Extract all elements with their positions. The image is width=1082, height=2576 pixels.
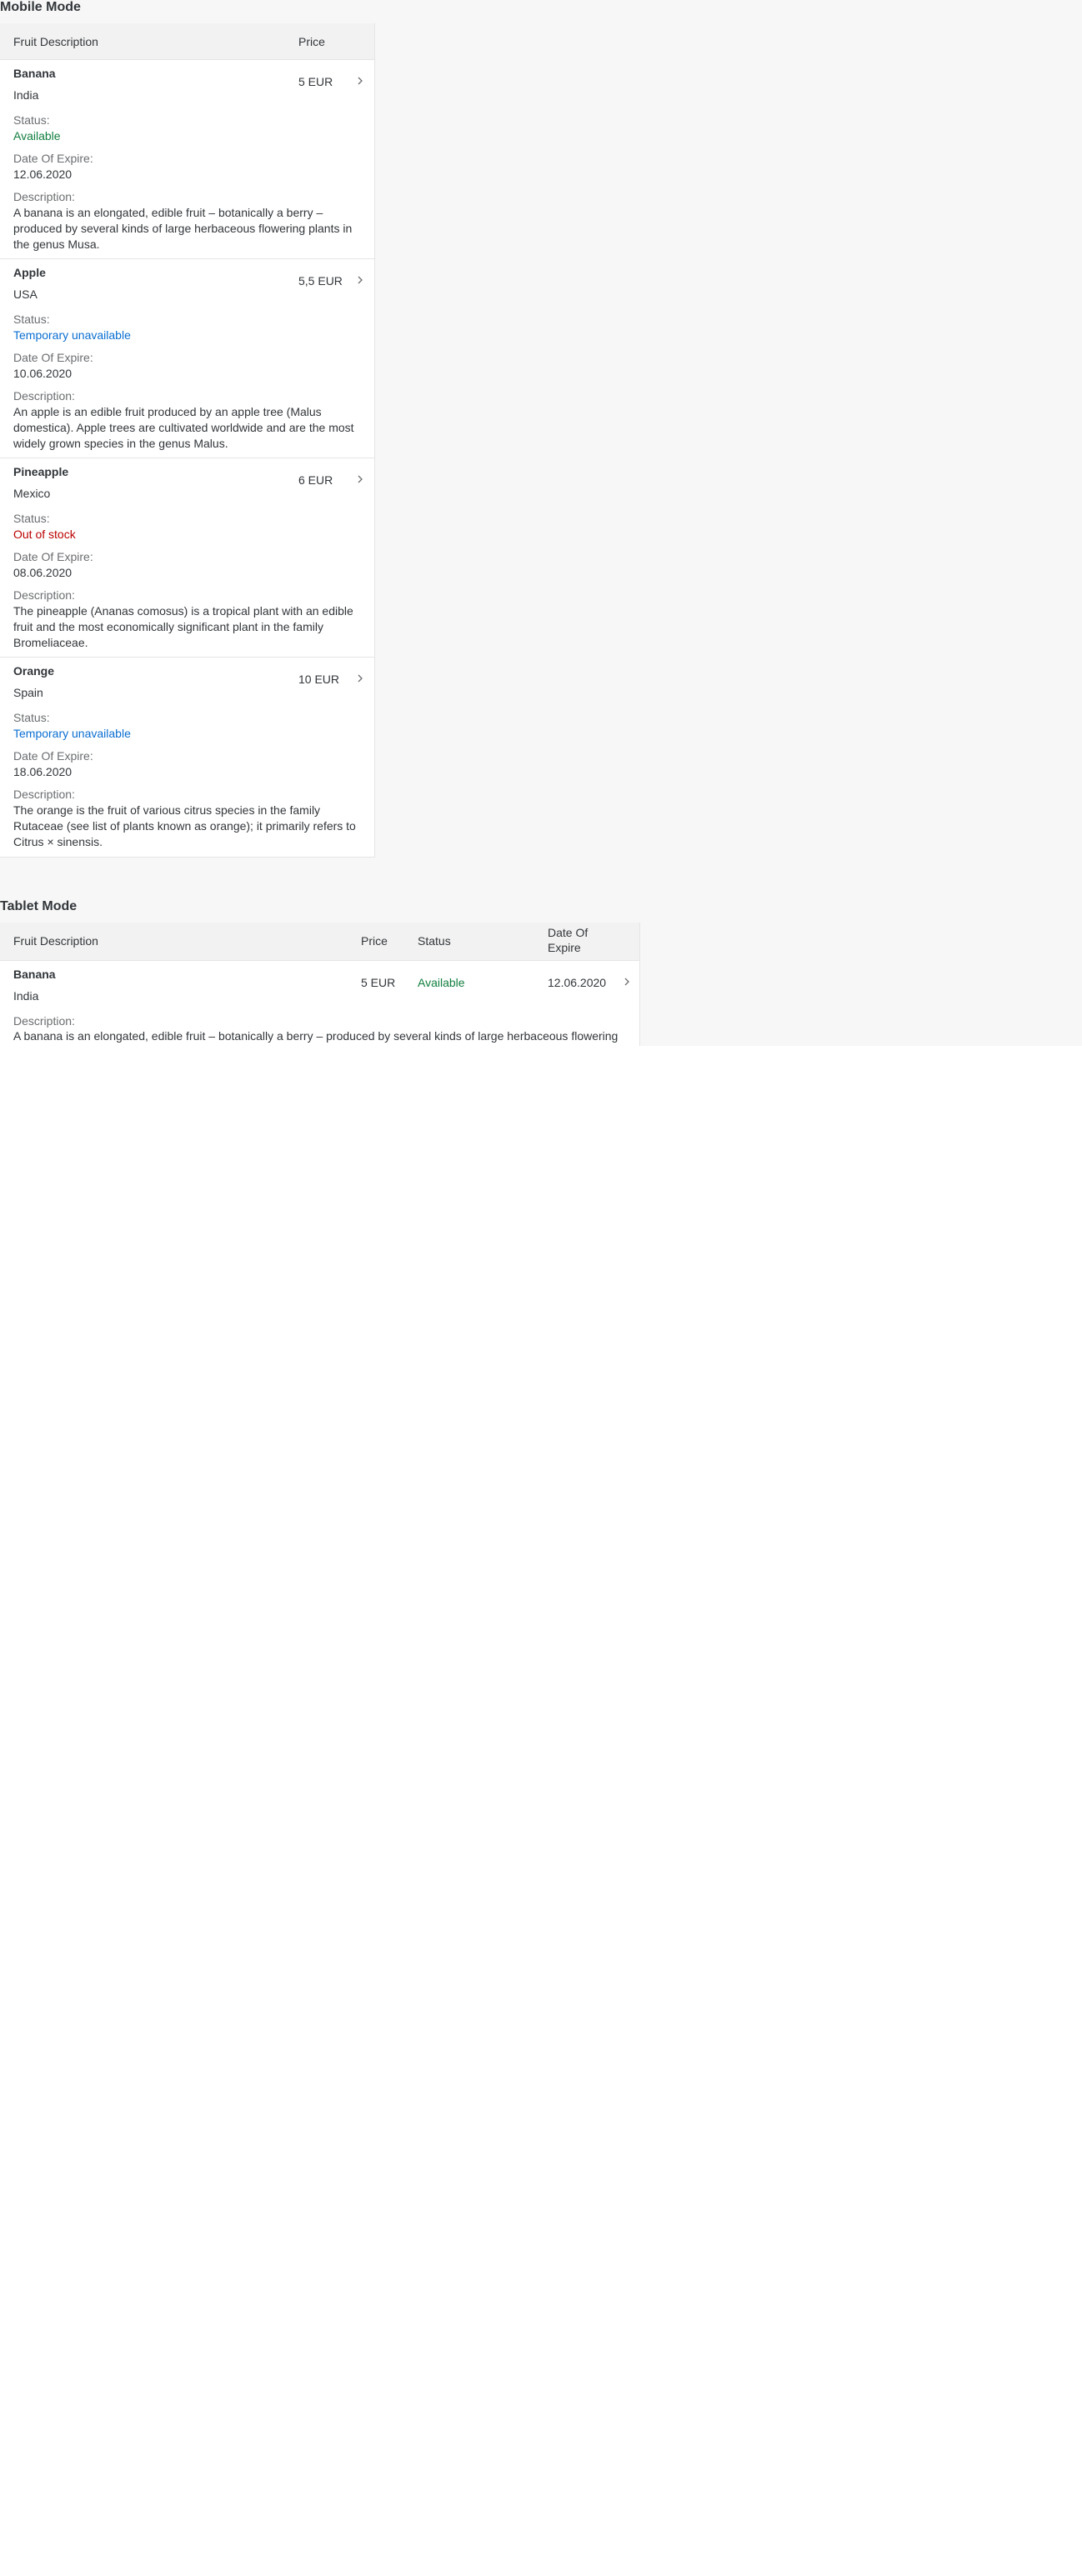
column-header-status[interactable]: Status bbox=[418, 933, 451, 948]
expire-label: Date Of Expire: bbox=[13, 351, 93, 364]
column-header-date-of-expire[interactable]: Date Of Expire bbox=[548, 925, 588, 955]
status-label: Status: bbox=[13, 113, 50, 127]
status-label: Status: bbox=[13, 711, 50, 724]
tablet-table: Fruit Description Price Status Date Of E… bbox=[0, 923, 640, 1046]
expire-value: 18.06.2020 bbox=[13, 765, 73, 778]
chevron-right-icon[interactable] bbox=[623, 976, 634, 989]
status-label: Status: bbox=[13, 313, 50, 326]
expire-value: 12.06.2020 bbox=[13, 168, 73, 181]
table-row[interactable]: Pineapple Mexico 6 EUR Status: Out of st… bbox=[0, 458, 374, 658]
description-text: A banana is an elongated, edible fruit –… bbox=[13, 1029, 619, 1043]
fruit-price: 10 EUR bbox=[298, 673, 340, 686]
fruit-price: 6 EUR bbox=[298, 473, 333, 487]
expire-label: Date Of Expire: bbox=[13, 749, 93, 763]
status-value: Available bbox=[13, 129, 61, 143]
tablet-mode-title: Tablet Mode bbox=[0, 899, 78, 913]
tablet-table-header: Fruit Description Price Status Date Of E… bbox=[0, 923, 639, 961]
fruit-country: USA bbox=[13, 288, 38, 301]
status-value: Temporary unavailable bbox=[13, 328, 131, 342]
description-text: An apple is an edible fruit produced by … bbox=[13, 405, 354, 450]
fruit-country: Spain bbox=[13, 686, 43, 699]
fruit-country: Mexico bbox=[13, 487, 51, 500]
chevron-right-icon[interactable] bbox=[356, 673, 368, 686]
description-label: Description: bbox=[13, 1014, 75, 1028]
description-label: Description: bbox=[13, 389, 75, 403]
status-value: Available bbox=[418, 976, 465, 989]
status-label: Status: bbox=[13, 512, 50, 525]
column-header-price[interactable]: Price bbox=[361, 933, 388, 948]
column-header-price[interactable]: Price bbox=[286, 34, 374, 49]
fruit-name: Pineapple bbox=[13, 465, 69, 478]
mobile-table-header: Fruit Description Price bbox=[0, 23, 374, 60]
table-row[interactable]: Banana India 5 EUR Status: Available Dat… bbox=[0, 60, 374, 259]
status-value: Temporary unavailable bbox=[13, 727, 131, 740]
fruit-name: Apple bbox=[13, 266, 46, 279]
description-label: Description: bbox=[13, 588, 75, 602]
description-text: The pineapple (Ananas comosus) is a trop… bbox=[13, 604, 353, 649]
mobile-table: Fruit Description Price Banana India 5 E… bbox=[0, 23, 375, 858]
table-row[interactable]: Orange Spain 10 EUR Status: Temporary un… bbox=[0, 658, 374, 858]
fruit-name: Banana bbox=[13, 968, 56, 981]
expire-label: Date Of Expire: bbox=[13, 550, 93, 563]
fruit-country: India bbox=[13, 989, 39, 1003]
description-label: Description: bbox=[13, 788, 75, 801]
column-header-fruit-description[interactable]: Fruit Description bbox=[0, 34, 286, 49]
expire-label: Date Of Expire: bbox=[13, 152, 93, 165]
chevron-right-icon[interactable] bbox=[356, 274, 368, 288]
table-row[interactable]: Banana India 5 EUR Available 12.06.2020 … bbox=[0, 961, 639, 1047]
description-text: The orange is the fruit of various citru… bbox=[13, 803, 356, 848]
mobile-mode-title: Mobile Mode bbox=[0, 0, 81, 14]
fruit-price: 5 EUR bbox=[298, 75, 333, 88]
status-value: Out of stock bbox=[13, 528, 76, 541]
table-row[interactable]: Apple USA 5,5 EUR Status: Temporary unav… bbox=[0, 259, 374, 458]
column-header-fruit-description[interactable]: Fruit Description bbox=[13, 933, 98, 948]
expire-value: 12.06.2020 bbox=[548, 976, 607, 989]
fruit-price: 5 EUR bbox=[361, 976, 396, 989]
expire-value: 08.06.2020 bbox=[13, 566, 73, 579]
fruit-price: 5,5 EUR bbox=[298, 274, 343, 288]
description-text: A banana is an elongated, edible fruit –… bbox=[13, 206, 353, 251]
chevron-right-icon[interactable] bbox=[356, 473, 368, 487]
fruit-name: Banana bbox=[13, 67, 56, 80]
description-label: Description: bbox=[13, 190, 75, 203]
expire-value: 10.06.2020 bbox=[13, 367, 73, 380]
chevron-right-icon[interactable] bbox=[356, 75, 368, 88]
fruit-country: India bbox=[13, 88, 39, 102]
fruit-name: Orange bbox=[13, 664, 55, 678]
